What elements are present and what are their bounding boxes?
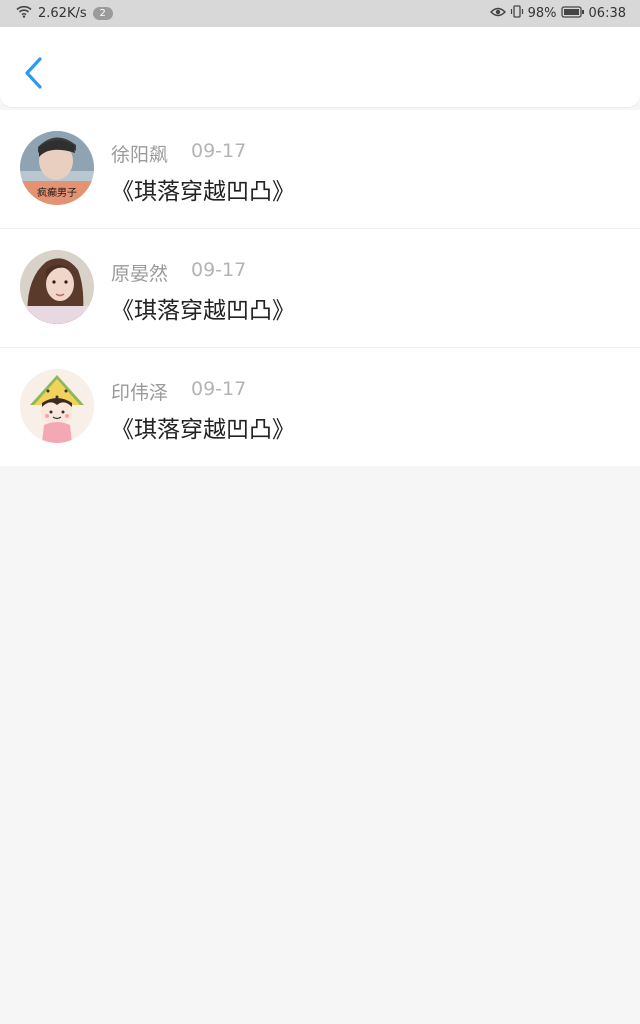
network-speed: 2.62K/s — [38, 6, 87, 21]
chevron-left-icon — [18, 57, 50, 97]
avatar-caption: 疯癫男子 — [37, 186, 77, 199]
list-item[interactable]: 原晏然 09-17 《琪落穿越凹凸》 — [0, 229, 640, 348]
notification-badge: 2 — [92, 7, 113, 20]
avatar[interactable] — [20, 250, 94, 324]
eye-icon — [489, 6, 506, 22]
battery-percent: 98% — [527, 6, 557, 21]
date: 09-17 — [191, 378, 247, 400]
user-name: 印伟泽 — [111, 382, 169, 404]
list-item[interactable]: 印伟泽 09-17 《琪落穿越凹凸》 — [0, 348, 640, 466]
date: 09-17 — [191, 259, 247, 281]
header-bar — [0, 27, 640, 107]
status-left: 2.62K/s 2 — [16, 5, 113, 22]
book-title: 《琪落穿越凹凸》 — [111, 298, 295, 324]
comment-list: 疯癫男子 徐阳飙 09-17 《琪落穿越凹凸》 原晏然 09-17 《琪落穿越凹… — [0, 110, 640, 466]
battery-icon — [560, 5, 585, 22]
list-item[interactable]: 疯癫男子 徐阳飙 09-17 《琪落穿越凹凸》 — [0, 110, 640, 229]
avatar[interactable] — [20, 369, 94, 443]
date: 09-17 — [191, 140, 247, 162]
status-bar: 2.62K/s 2 98% 06:38 — [0, 0, 640, 27]
user-name: 徐阳飙 — [111, 144, 169, 166]
book-title: 《琪落穿越凹凸》 — [111, 417, 295, 443]
avatar[interactable]: 疯癫男子 — [20, 131, 94, 205]
book-title: 《琪落穿越凹凸》 — [111, 179, 295, 205]
status-right: 98% 06:38 — [489, 5, 626, 22]
wifi-icon — [16, 5, 32, 22]
vibrate-icon — [510, 5, 524, 22]
user-name: 原晏然 — [111, 263, 169, 285]
clock: 06:38 — [588, 6, 626, 21]
back-button[interactable] — [18, 53, 50, 93]
